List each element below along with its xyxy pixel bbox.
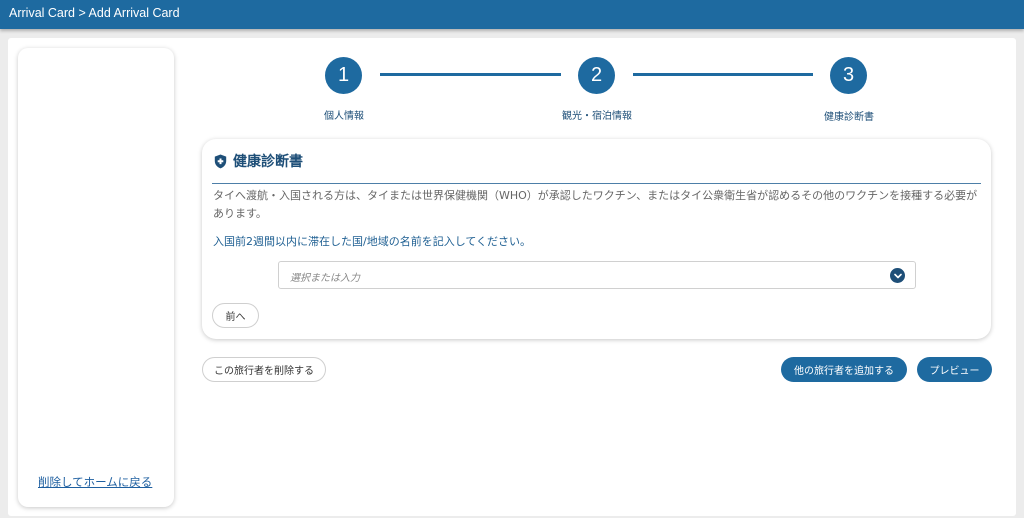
breadcrumb: Arrival Card > Add Arrival Card (9, 6, 180, 20)
card-title: 健康診断書 (233, 154, 303, 170)
preview-button[interactable]: プレビュー (917, 357, 992, 382)
country-select-placeholder: 選択または入力 (290, 273, 360, 284)
step-2-label: 観光・宿泊情報 (562, 111, 632, 122)
shield-icon (214, 154, 227, 169)
back-button[interactable]: 前へ (212, 303, 259, 328)
country-select[interactable]: 選択または入力 (278, 261, 916, 289)
top-bar: Arrival Card > Add Arrival Card (0, 0, 1024, 29)
countries-visited-question: 入国前2週間以内に滞在した国/地域の名前を記入してください。 (213, 235, 532, 248)
step-1-label: 個人情報 (324, 111, 364, 122)
step-3-circle[interactable]: 3 (830, 57, 867, 94)
step-connector-1-2 (380, 73, 561, 76)
health-form-card: 健康診断書 タイへ渡航・入国される方は、タイまたは世界保健機関（WHO）が承認し… (202, 139, 991, 339)
title-divider (212, 183, 981, 184)
step-1-circle[interactable]: 1 (325, 57, 362, 94)
step-2-circle[interactable]: 2 (578, 57, 615, 94)
sidebar-card: 削除してホームに戻る (18, 48, 174, 507)
delete-traveler-button[interactable]: この旅行者を削除する (202, 357, 326, 382)
step-connector-2-3 (633, 73, 813, 76)
delete-and-return-home-link[interactable]: 削除してホームに戻る (38, 474, 152, 490)
chevron-down-icon[interactable] (890, 268, 905, 283)
step-3-label: 健康診断書 (824, 112, 874, 123)
card-title-row: 健康診断書 (214, 151, 303, 171)
vaccine-requirement-text: タイへ渡航・入国される方は、タイまたは世界保健機関（WHO）が承認したワクチン、… (213, 189, 978, 220)
add-traveler-button[interactable]: 他の旅行者を追加する (781, 357, 907, 382)
